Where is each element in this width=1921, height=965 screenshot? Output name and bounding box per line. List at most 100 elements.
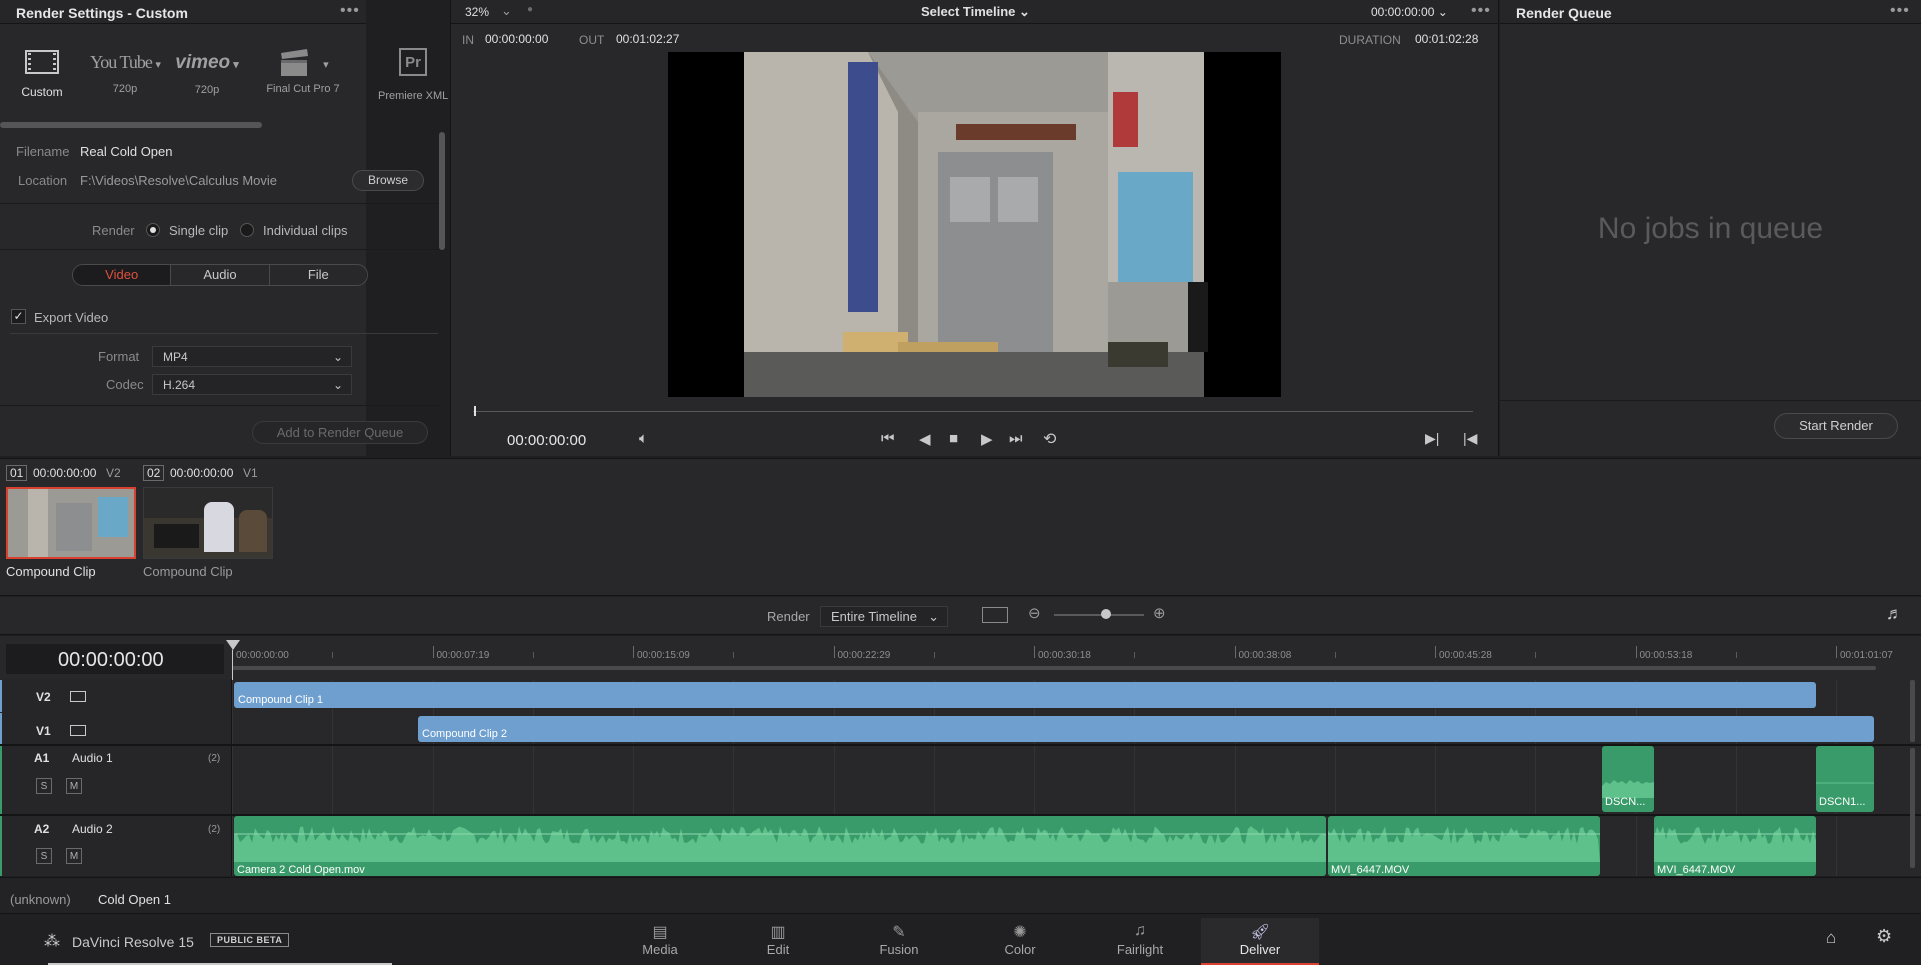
preset-final-cut[interactable]: ▾ Final Cut Pro 7 xyxy=(258,48,348,95)
tab-video[interactable]: Video xyxy=(73,265,172,285)
timeline-v-scrollbar-audio[interactable] xyxy=(1910,748,1915,868)
v1-clip[interactable]: Compound Clip 2 xyxy=(418,716,1874,742)
scroll-h-track[interactable] xyxy=(0,122,262,128)
timeline-v-scrollbar[interactable] xyxy=(1910,680,1915,742)
page-tab-media[interactable]: ▤ Media xyxy=(611,922,709,957)
divider xyxy=(0,249,440,250)
tab-file[interactable]: File xyxy=(270,265,367,285)
render-queue-panel: Render Queue ••• No jobs in queue Start … xyxy=(1500,0,1921,456)
track-v2-id: V2 xyxy=(36,690,51,704)
track-a2-name[interactable]: Audio 2 xyxy=(72,822,113,836)
a2-clip-1[interactable]: Camera 2 Cold Open.mov xyxy=(234,816,1326,876)
render-range-value: Entire Timeline xyxy=(831,609,917,624)
start-render-button[interactable]: Start Render xyxy=(1774,413,1898,439)
a2-clip-2-label: MVI_6447.MOV xyxy=(1331,864,1410,876)
a1-mute-button[interactable]: M xyxy=(66,778,82,794)
browse-button[interactable]: Browse xyxy=(352,170,424,191)
track-v1-monitor-icon[interactable] xyxy=(70,725,86,736)
track-a1-channels: (2) xyxy=(208,753,221,764)
clip-thumbnail[interactable] xyxy=(6,487,136,559)
more-options-icon[interactable]: ••• xyxy=(1471,2,1491,20)
skip-to-start-icon[interactable]: ⏮︎ xyxy=(881,430,895,447)
clip-thumb-1[interactable]: 01 00:00:00:00 V2 Compound Clip xyxy=(6,465,136,579)
page-tab-edit[interactable]: ▥ Edit xyxy=(729,922,827,957)
clip-thumbnail[interactable] xyxy=(143,487,273,559)
clip-thumb-2[interactable]: 02 00:00:00:00 V1 Compound Clip xyxy=(143,465,273,579)
video-still xyxy=(668,52,1281,397)
scroll-v-track[interactable] xyxy=(439,132,445,250)
music-note-icon[interactable]: ♬ xyxy=(1886,604,1903,624)
ruler-label: 00:00:45:28 xyxy=(1439,650,1492,661)
loop-icon[interactable]: ⟲ xyxy=(1043,429,1056,449)
timeline-playhead[interactable] xyxy=(226,640,240,650)
track-v2-monitor-icon[interactable] xyxy=(70,691,86,702)
viewer-scrubber[interactable] xyxy=(473,411,1473,412)
video-frame[interactable] xyxy=(668,52,1281,397)
render-settings-title: Render Settings - Custom xyxy=(16,5,188,21)
track-a1-name[interactable]: Audio 1 xyxy=(72,751,113,765)
a1-clip-2[interactable]: DSCN1... xyxy=(1816,746,1874,812)
page-tab-label: Color xyxy=(1004,942,1036,957)
filename-field[interactable]: Real Cold Open xyxy=(80,144,173,159)
location-field[interactable]: F:\Videos\Resolve\Calculus Movie xyxy=(80,173,277,188)
tab-audio[interactable]: Audio xyxy=(171,265,270,285)
preset-premiere-xml-item[interactable]: Pr Premiere XML xyxy=(378,48,448,102)
track-v1-accent xyxy=(0,713,2,745)
a2-clip-2[interactable]: MVI_6447.MOV xyxy=(1328,816,1600,876)
skip-to-end-icon[interactable]: ⏭︎ xyxy=(1009,430,1023,447)
codec-select[interactable]: H.264 ⌄ xyxy=(152,374,352,395)
a1-solo-button[interactable]: S xyxy=(36,778,52,794)
ruler-subtick xyxy=(532,652,534,658)
viewer-playhead[interactable] xyxy=(474,406,476,416)
play-icon[interactable]: ▶︎ xyxy=(981,430,993,448)
timeline-view-icon[interactable] xyxy=(982,607,1008,623)
track-a2-id: A2 xyxy=(34,822,50,836)
preset-vimeo[interactable]: vimeo ▾ 720p xyxy=(172,52,242,96)
waveform-path xyxy=(1328,826,1600,862)
timeline-scrollbar[interactable] xyxy=(232,666,1876,670)
more-options-icon[interactable]: ••• xyxy=(1890,2,1910,20)
track-v2-accent xyxy=(0,680,2,712)
page-tab-fairlight[interactable]: ♫ Fairlight xyxy=(1091,922,1189,957)
track-a1-id: A1 xyxy=(34,751,50,765)
out-value: 00:01:02:27 xyxy=(616,32,680,46)
a2-solo-button[interactable]: S xyxy=(36,848,52,864)
gear-icon[interactable]: ⚙︎ xyxy=(1876,926,1892,947)
add-to-render-queue-button[interactable]: Add to Render Queue xyxy=(252,421,428,444)
previous-clip-icon[interactable]: |◀︎ xyxy=(1463,430,1477,447)
preset-custom[interactable]: Custom xyxy=(14,50,70,99)
zoom-in-icon[interactable]: ⊕ xyxy=(1153,604,1166,622)
render-range-select[interactable]: Entire Timeline ⌄ xyxy=(820,606,948,627)
chevron-down-icon: ⌄ xyxy=(332,350,343,364)
timeline-selector[interactable]: Select Timeline ⌄ xyxy=(921,4,1030,20)
volume-icon[interactable]: 🔈︎ xyxy=(639,430,648,447)
a2-mute-button[interactable]: M xyxy=(66,848,82,864)
stop-icon[interactable]: ■ xyxy=(949,430,958,447)
zoom-slider[interactable] xyxy=(1054,614,1144,616)
zoom-out-icon[interactable]: ⊖ xyxy=(1028,604,1041,622)
play-reverse-icon[interactable]: ◀︎ xyxy=(919,430,931,448)
waveform xyxy=(234,826,1326,862)
preset-youtube[interactable]: You Tube ▾ 720p xyxy=(88,52,162,95)
zoom-level[interactable]: 32% xyxy=(465,5,489,19)
v2-clip[interactable]: Compound Clip 1 xyxy=(234,682,1816,708)
page-tab-fusion[interactable]: ✎ Fusion xyxy=(850,922,948,957)
preset-vimeo-sub: 720p xyxy=(194,84,220,96)
page-tab-label: Fairlight xyxy=(1116,942,1164,957)
zoom-slider-knob[interactable] xyxy=(1101,609,1111,619)
home-icon[interactable]: ⌂ xyxy=(1826,928,1836,948)
chevron-down-icon[interactable]: ⌄ xyxy=(501,3,512,19)
next-clip-icon[interactable]: ▶︎| xyxy=(1425,430,1439,447)
a1-clip-1[interactable]: DSCN... xyxy=(1602,746,1654,812)
page-tab-deliver[interactable]: 🚀︎ Deliver xyxy=(1201,918,1319,965)
page-tab-label: Edit xyxy=(766,942,790,957)
more-options-icon[interactable]: ••• xyxy=(340,2,360,20)
export-video-checkbox[interactable]: ✓ xyxy=(11,309,26,324)
export-video-label: Export Video xyxy=(34,310,109,325)
clip-label: Compound Clip xyxy=(6,564,96,579)
single-clip-radio[interactable] xyxy=(146,223,160,237)
individual-clips-radio[interactable] xyxy=(240,223,254,237)
a2-clip-3[interactable]: MVI_6447.MOV xyxy=(1654,816,1816,876)
format-select[interactable]: MP4 ⌄ xyxy=(152,346,352,367)
page-tab-color[interactable]: ✺ Color xyxy=(971,922,1069,957)
